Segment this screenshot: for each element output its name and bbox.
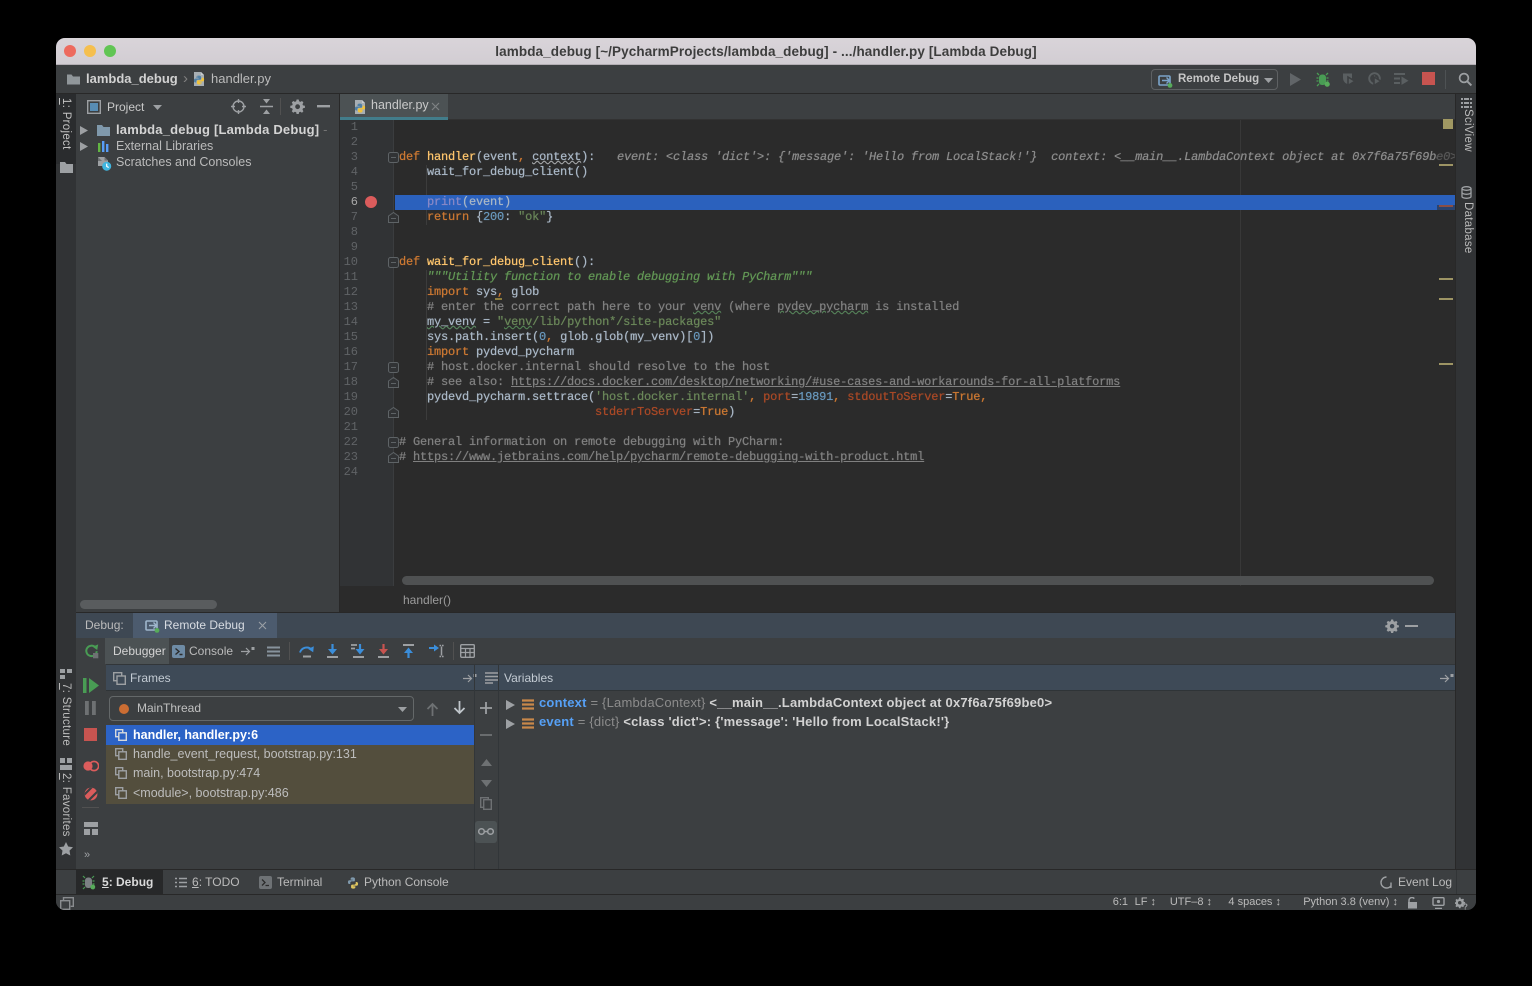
svg-text:?: ? [1463,903,1468,911]
